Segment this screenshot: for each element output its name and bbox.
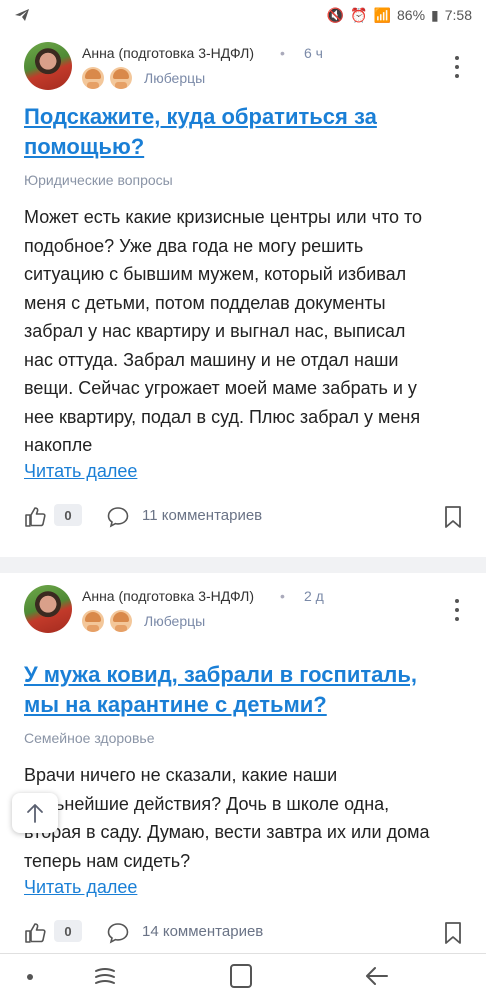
child-badge-icon: [110, 67, 132, 89]
author-city: Люберцы: [144, 70, 206, 86]
comment-bubble-icon[interactable]: [106, 505, 130, 529]
status-bar: 🔇 ⏰ 📶 86% ▮ 7:58: [0, 0, 486, 30]
body-line: дальнейшие действия? Дочь в школе одна,: [24, 793, 390, 814]
post-title[interactable]: Подскажите, куда обратиться за помощью?: [24, 102, 464, 162]
body-line: меня с детьми, потом подделав документы: [24, 292, 386, 313]
post-card: Анна (подготовка 3-НДФЛ) • 6 ч Люберцы П…: [0, 30, 486, 557]
author-name[interactable]: Анна (подготовка 3-НДФЛ): [82, 588, 254, 604]
child-badge-icon: [82, 67, 104, 89]
post-time: 6 ч: [304, 45, 323, 61]
clock: 7:58: [444, 7, 472, 23]
author-name[interactable]: Анна (подготовка 3-НДФЛ): [82, 45, 254, 61]
badges: [82, 67, 132, 89]
bookmark-icon[interactable]: [444, 921, 462, 945]
avatar[interactable]: [24, 585, 72, 633]
child-badge-icon: [82, 610, 104, 632]
badges: [82, 610, 132, 632]
back-arrow-icon[interactable]: [364, 963, 390, 989]
system-nav-bar: [0, 953, 486, 1000]
like-count: 0: [54, 504, 82, 526]
author-row: Анна (подготовка 3-НДФЛ) • 2 д Люберцы: [24, 585, 464, 635]
bookmark-icon[interactable]: [444, 505, 462, 529]
battery-icon: ▮: [431, 6, 439, 23]
body-line: ситуацию с бывшим мужем, который избивал: [24, 264, 407, 284]
comment-count[interactable]: 14 комментариев: [142, 923, 263, 940]
comment-bubble-icon[interactable]: [106, 921, 130, 945]
body-line: нее квартиру, подал в суд. Плюс забрал у…: [24, 406, 421, 427]
post-title-line[interactable]: мы на карантине с детьми?: [24, 690, 464, 720]
post-title-line[interactable]: помощью?: [24, 132, 464, 162]
body-line: подобное? Уже два года не могу решить: [24, 235, 364, 256]
body-line: вещи. Сейчас угрожает моей маме забрать …: [24, 378, 417, 398]
scroll-to-top-button[interactable]: [12, 793, 58, 833]
more-vertical-icon[interactable]: [450, 56, 464, 78]
recent-apps-icon[interactable]: [92, 964, 118, 990]
thumbs-up-icon[interactable]: [24, 506, 46, 528]
body-line: вторая в саду. Думаю, вести завтра их ил…: [24, 822, 430, 842]
body-line: забрал у нас квартиру и выгнал нас, выпи…: [24, 321, 406, 341]
like-count: 0: [54, 920, 82, 942]
separator-dot: •: [280, 45, 285, 61]
mute-icon: 🔇: [326, 6, 345, 23]
author-row: Анна (подготовка 3-НДФЛ) • 6 ч Люберцы: [24, 42, 464, 92]
post-body: Врачи ничего не сказали, какие наши даль…: [24, 761, 464, 875]
body-line: нас оттуда. Забрал машину и не отдал наш…: [24, 349, 399, 370]
post-title-line[interactable]: Подскажите, куда обратиться за: [24, 102, 464, 132]
post-category[interactable]: Юридические вопросы: [24, 172, 173, 188]
separator-dot: •: [280, 588, 285, 604]
avatar[interactable]: [24, 42, 72, 90]
body-line: теперь нам сидеть?: [24, 850, 191, 871]
post-category[interactable]: Семейное здоровье: [24, 730, 154, 746]
arrow-up-icon: [27, 804, 43, 823]
child-badge-icon: [110, 610, 132, 632]
thumbs-up-icon[interactable]: [24, 922, 46, 944]
post-title[interactable]: У мужа ковид, забрали в госпиталь, мы на…: [24, 660, 464, 720]
more-vertical-icon[interactable]: [450, 599, 464, 621]
author-city: Люберцы: [144, 613, 206, 629]
post-card: Анна (подготовка 3-НДФЛ) • 2 д Люберцы У…: [0, 573, 486, 953]
home-icon[interactable]: [230, 964, 252, 988]
signal-icon: 📶: [373, 6, 391, 23]
read-more-link[interactable]: Читать далее: [24, 461, 137, 482]
nav-dot-icon[interactable]: [27, 974, 33, 980]
comment-count[interactable]: 11 комментариев: [142, 507, 262, 524]
body-line: накопле: [24, 435, 93, 455]
body-line: Врачи ничего не сказали, какие наши: [24, 765, 338, 785]
post-actions: 0 14 комментариев: [24, 918, 464, 950]
post-time: 2 д: [304, 588, 324, 604]
post-body: Может есть какие кризисные центры или чт…: [24, 203, 464, 460]
post-title-line[interactable]: У мужа ковид, забрали в госпиталь,: [24, 660, 464, 690]
read-more-link[interactable]: Читать далее: [24, 877, 137, 898]
battery-level: 86%: [397, 7, 426, 23]
telegram-icon: [15, 9, 29, 21]
alarm-icon: ⏰: [350, 6, 368, 23]
post-actions: 0 11 комментариев: [24, 502, 464, 534]
body-line: Может есть какие кризисные центры или чт…: [24, 207, 423, 227]
